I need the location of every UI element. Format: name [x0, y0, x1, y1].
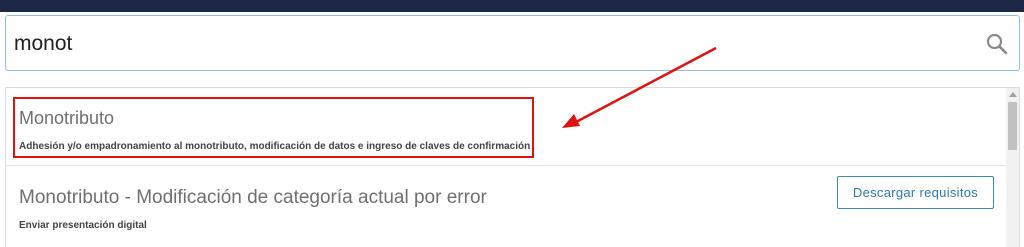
search-bar — [5, 15, 1020, 71]
search-icon[interactable] — [985, 32, 1009, 56]
annotation-highlight-box — [13, 97, 534, 158]
result-item[interactable]: Monotributo Adhesión y/o empadronamiento… — [6, 88, 1006, 166]
result-title[interactable]: Monotributo - Modificación de categoría … — [19, 187, 487, 209]
result-description: Enviar presentación digital — [19, 220, 147, 231]
result-item[interactable]: Monotributo - Modificación de categoría … — [6, 166, 1006, 247]
scroll-up-arrow-icon[interactable] — [1009, 92, 1017, 97]
scrollbar-thumb[interactable] — [1008, 102, 1017, 150]
scrollbar[interactable] — [1006, 88, 1019, 247]
top-header-strip — [0, 0, 1024, 12]
results-list: Monotributo Adhesión y/o empadronamiento… — [5, 87, 1020, 247]
download-requirements-button[interactable]: Descargar requisitos — [837, 176, 994, 209]
search-input[interactable] — [14, 29, 954, 59]
